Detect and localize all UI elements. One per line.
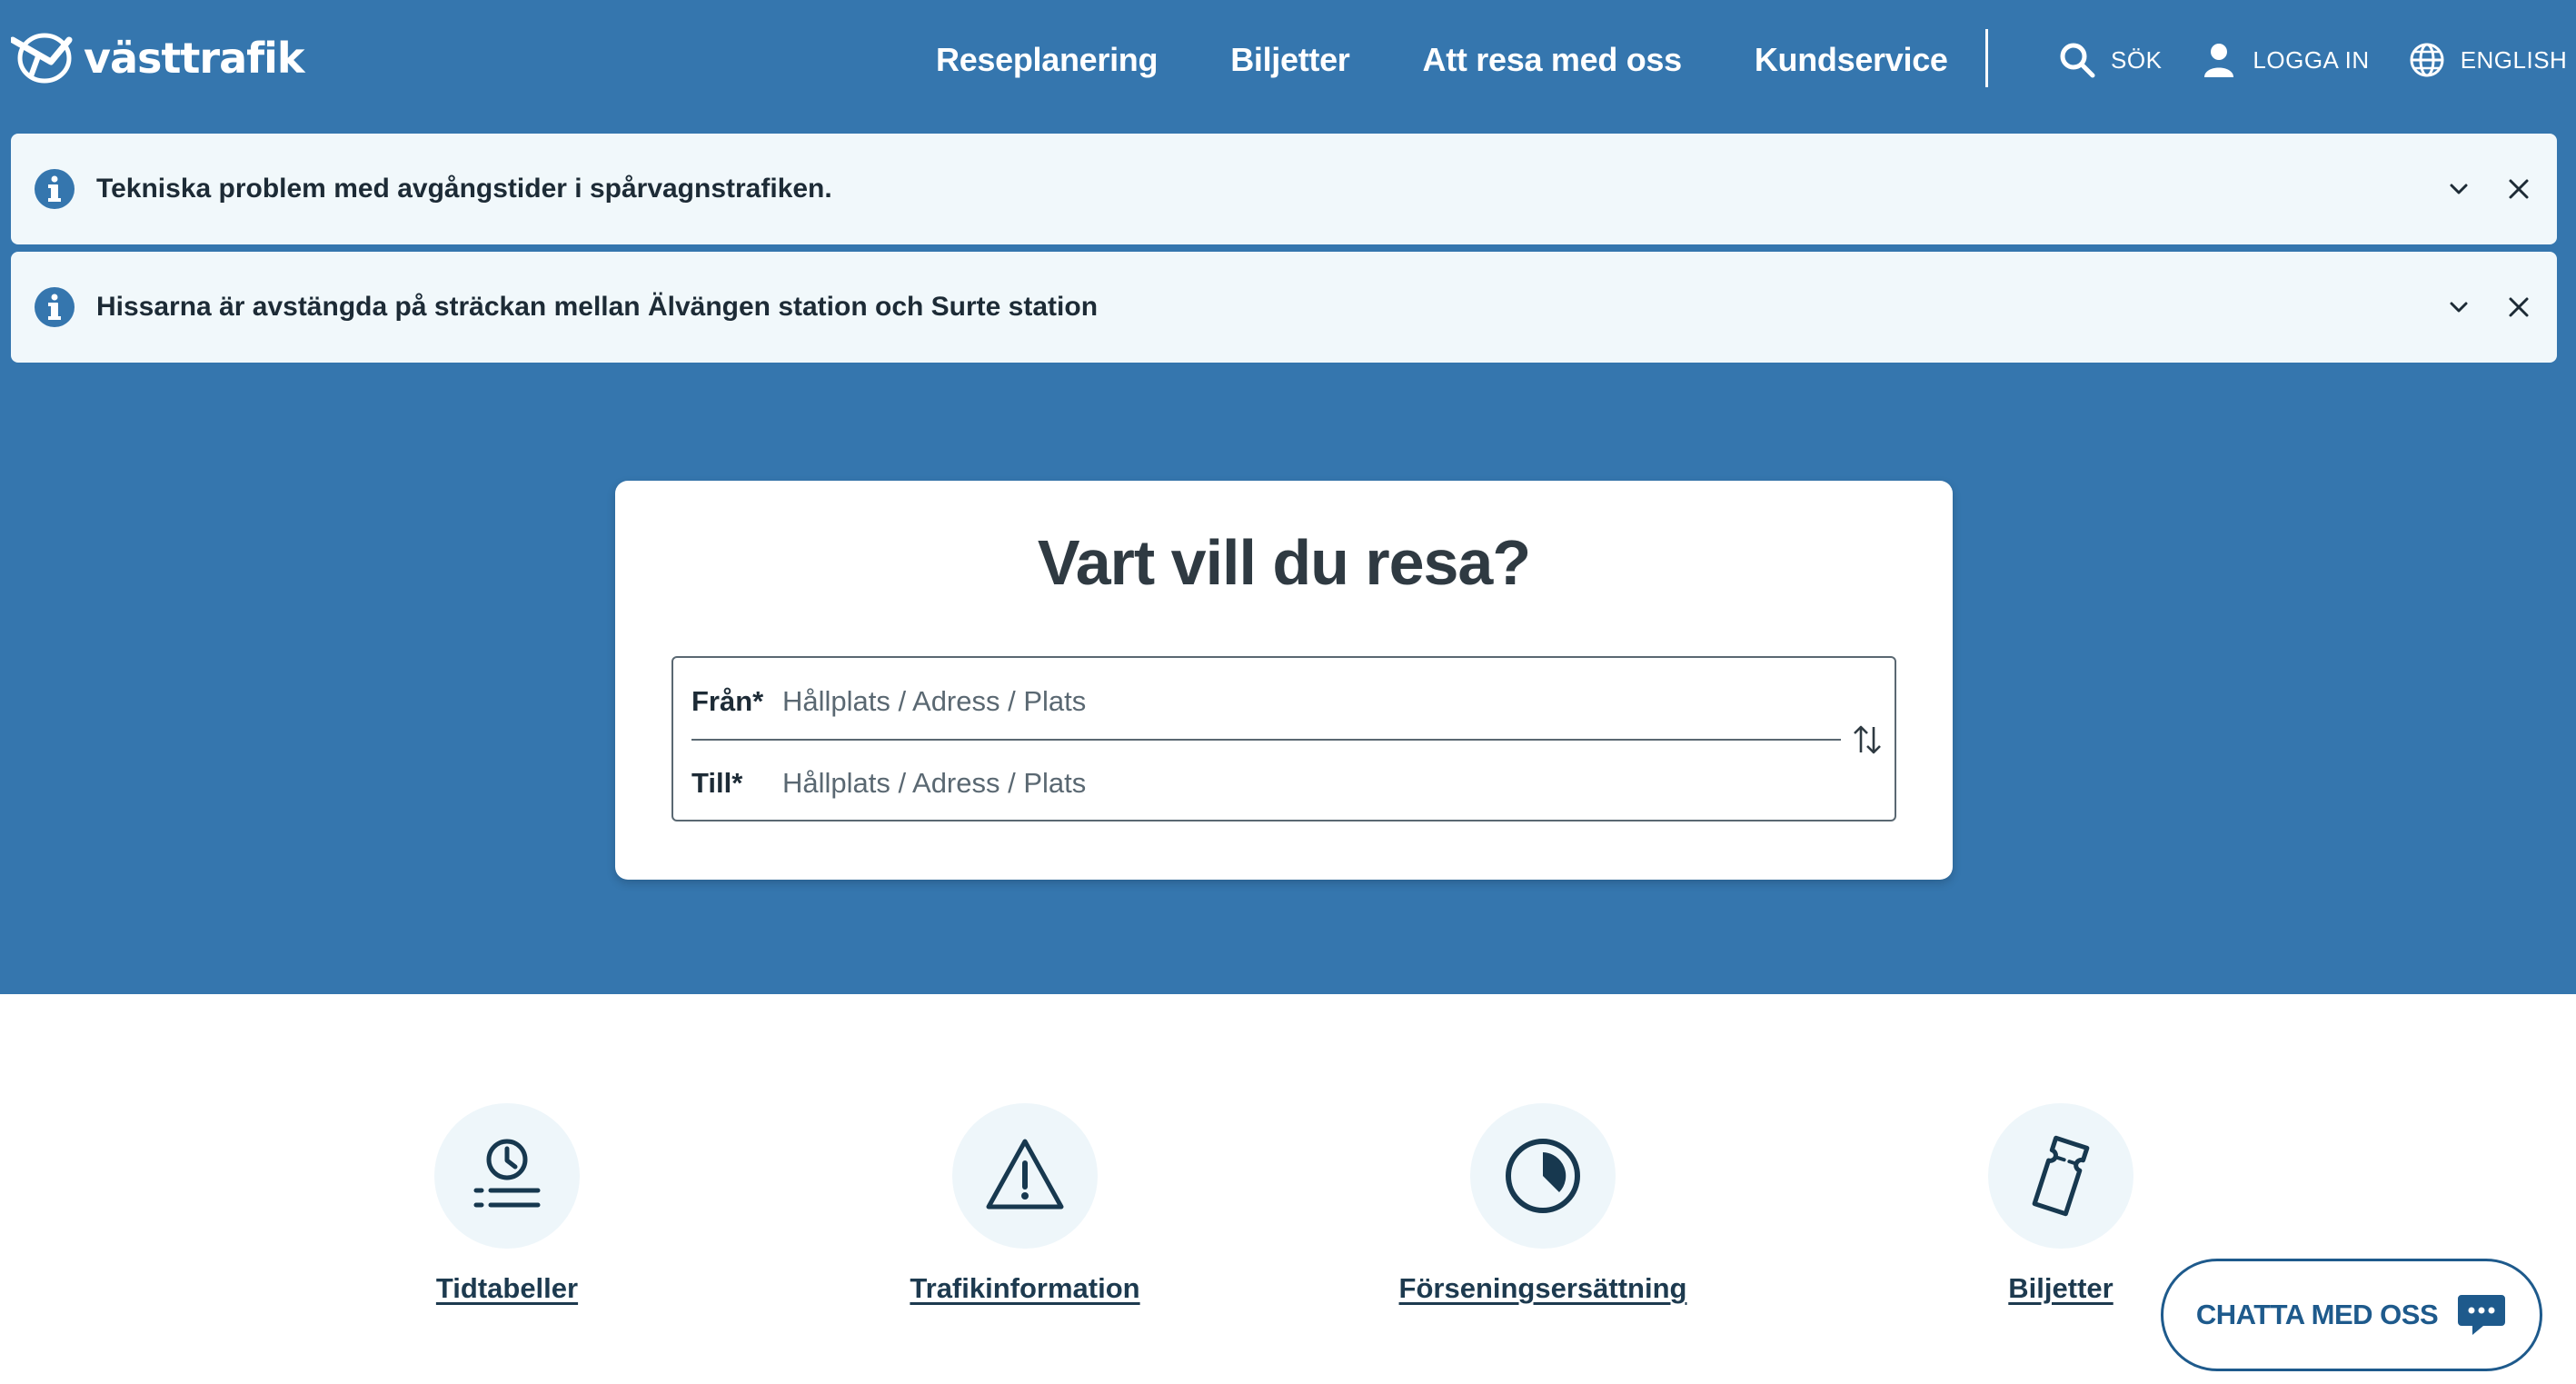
user-icon [2204, 44, 2234, 77]
quick-link-icon-circle [1988, 1103, 2133, 1249]
chevron-down-icon [2450, 302, 2468, 313]
clock-list-icon [473, 1139, 541, 1208]
quick-link-label: Förseningsersättning [1398, 1272, 1687, 1304]
chat-button[interactable]: CHATTA MED OSS [2161, 1259, 2542, 1371]
quick-link-label: Biljetter [2008, 1272, 2114, 1304]
login-label: LOGGA IN [2253, 45, 2370, 74]
quick-link-icon-circle [434, 1103, 580, 1249]
quick-link-label: Tidtabeller [435, 1272, 579, 1304]
hero-section: västtrafik Reseplanering Biljetter Att r… [0, 0, 2576, 994]
search-label: SÖK [2111, 45, 2163, 74]
expand-alert-button[interactable] [2442, 173, 2475, 205]
from-label: Från* [691, 685, 764, 717]
ticket-icon [2032, 1135, 2090, 1217]
trip-form: Från* Till* [671, 656, 1896, 821]
trip-divider [691, 739, 1841, 741]
quick-link-biljetter[interactable]: Biljetter [1988, 1103, 2133, 1305]
top-navigation: västtrafik Reseplanering Biljetter Att r… [0, 0, 2576, 118]
trip-planner-heading: Vart vill du resa? [1037, 527, 1531, 598]
nav-item-biljetter[interactable]: Biljetter [1230, 33, 1350, 87]
swap-locations-button[interactable] [1847, 720, 1887, 760]
to-label: Till* [691, 767, 743, 799]
nav-item-kundservice[interactable]: Kundservice [1755, 33, 1948, 87]
chevron-down-icon [2450, 184, 2468, 194]
language-button[interactable]: ENGLISH [2408, 41, 2568, 79]
nav-divider [1985, 29, 1988, 87]
quick-link-forseningsersattning[interactable]: Förseningsersättning [1399, 1103, 1686, 1305]
quick-link-trafikinformation[interactable]: Trafikinformation [910, 1103, 1140, 1305]
info-icon [35, 287, 75, 327]
quick-link-label: Trafikinformation [910, 1272, 1140, 1304]
vasttrafik-logo-icon [11, 33, 73, 84]
alert-actions [2442, 291, 2535, 324]
close-icon [2509, 179, 2529, 199]
trip-planner-card: Vart vill du resa? Från* Till* [615, 481, 1953, 880]
language-label: ENGLISH [2460, 45, 2568, 74]
from-input[interactable] [782, 679, 1782, 724]
logo-text: västtrafik [84, 34, 304, 83]
main-nav: Reseplanering Biljetter Att resa med oss… [936, 33, 1948, 87]
to-row: Till* [691, 756, 1836, 811]
alert-text: Tekniska problem med avgångstider i spår… [96, 174, 832, 204]
pie-clock-icon [1506, 1139, 1580, 1213]
nav-item-att-resa-med-oss[interactable]: Att resa med oss [1423, 33, 1683, 87]
expand-alert-button[interactable] [2442, 291, 2475, 324]
search-button[interactable]: SÖK [2058, 41, 2162, 79]
alert-actions [2442, 173, 2535, 205]
close-alert-button[interactable] [2502, 291, 2535, 324]
login-button[interactable]: LOGGA IN [2200, 41, 2369, 79]
logo-link[interactable]: västtrafik [11, 31, 304, 85]
globe-icon [2410, 43, 2444, 77]
warning-triangle-icon [986, 1139, 1064, 1210]
from-row: Från* [691, 674, 1836, 729]
swap-arrows-icon [1854, 725, 1881, 754]
quick-link-tidtabeller[interactable]: Tidtabeller [434, 1103, 580, 1305]
close-alert-button[interactable] [2502, 173, 2535, 205]
chat-label: CHATTA MED OSS [2195, 1299, 2439, 1330]
info-icon [35, 169, 75, 209]
to-input[interactable] [782, 761, 1782, 806]
alert-banner[interactable]: Tekniska problem med avgångstider i spår… [11, 134, 2557, 244]
utility-nav: SÖK LOGGA IN ENGLISH [2058, 33, 2567, 87]
nav-item-reseplanering[interactable]: Reseplanering [936, 33, 1158, 87]
quick-link-icon-circle [952, 1103, 1098, 1249]
search-icon [2060, 43, 2095, 78]
alert-banner[interactable]: Hissarna är avstängda på sträckan mellan… [11, 252, 2557, 363]
quick-link-icon-circle [1470, 1103, 1616, 1249]
alert-text: Hissarna är avstängda på sträckan mellan… [96, 292, 1099, 322]
close-icon [2509, 297, 2529, 317]
chat-bubble-icon [2458, 1295, 2506, 1335]
